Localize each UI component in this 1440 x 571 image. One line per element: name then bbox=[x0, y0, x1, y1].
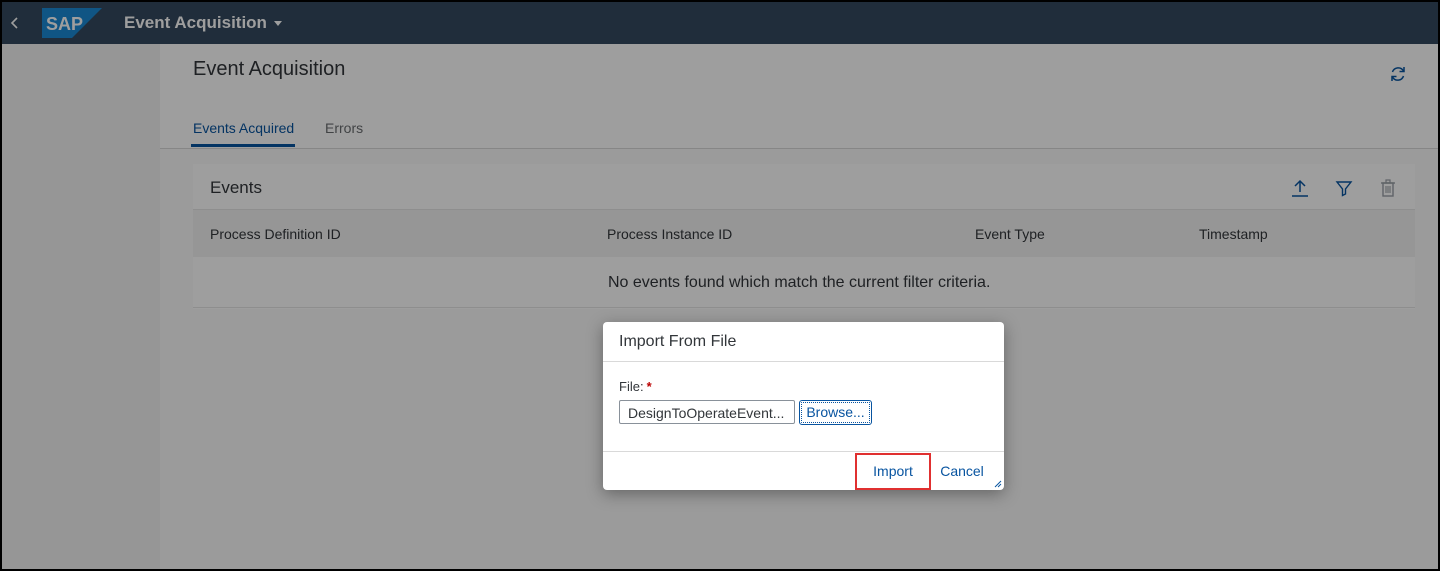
app-frame: SAP Event Acquisition Event Acquisition … bbox=[2, 2, 1438, 569]
file-label-text: File: bbox=[619, 379, 644, 394]
import-button[interactable]: Import bbox=[855, 453, 931, 490]
file-name-field[interactable]: DesignToOperateEvent... bbox=[619, 400, 795, 424]
dialog-footer-divider bbox=[603, 451, 1004, 452]
cancel-button[interactable]: Cancel bbox=[936, 453, 988, 490]
import-dialog: Import From File File: * DesignToOperateE… bbox=[603, 322, 1004, 490]
resize-handle-icon[interactable] bbox=[994, 480, 1002, 488]
browse-button[interactable]: Browse... bbox=[799, 400, 872, 425]
file-label: File: * bbox=[619, 379, 652, 394]
dialog-header: Import From File bbox=[603, 322, 1004, 362]
required-marker: * bbox=[646, 379, 652, 394]
dialog-title: Import From File bbox=[619, 333, 737, 350]
